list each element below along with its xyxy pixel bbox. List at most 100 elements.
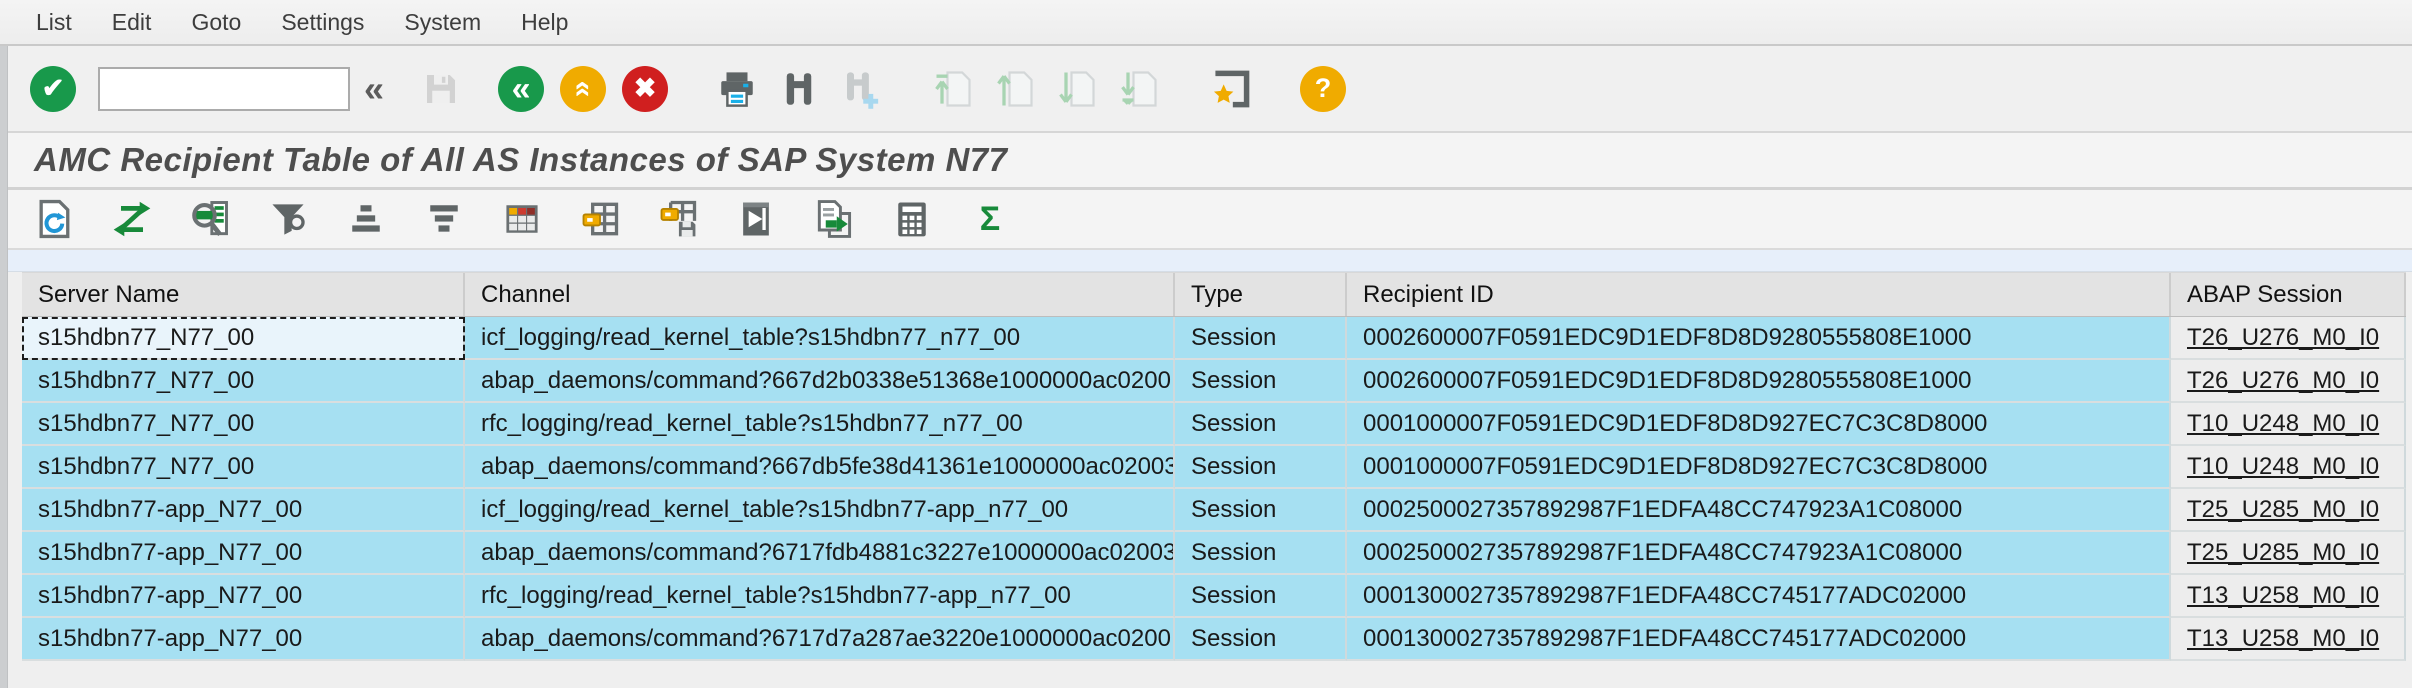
cell-recipient-id[interactable]: 0001300027357892987F1EDFA48CC745177ADC02…: [1347, 575, 2171, 618]
page-last-icon: [1117, 67, 1161, 111]
abap-session-link[interactable]: T26_U276_M0_I0: [2171, 360, 2406, 403]
page-down-icon: [1055, 67, 1099, 111]
new-session-button[interactable]: [1208, 66, 1254, 112]
content-filler: [0, 661, 2412, 685]
menu-system[interactable]: System: [404, 9, 481, 36]
cell-type[interactable]: Session: [1175, 446, 1347, 489]
cell-type[interactable]: Session: [1175, 360, 1347, 403]
column-header-abap-session[interactable]: ABAP Session: [2171, 273, 2406, 316]
set-filter-button[interactable]: [264, 195, 312, 243]
calculator-icon: [890, 197, 934, 241]
menu-list[interactable]: List: [36, 9, 72, 36]
export-button[interactable]: [810, 195, 858, 243]
cell-type[interactable]: Session: [1175, 403, 1347, 446]
table-row[interactable]: s15hdbn77-app_N77_00 rfc_logging/read_ke…: [22, 575, 2406, 618]
exit-button[interactable]: «: [560, 66, 606, 112]
cell-channel[interactable]: icf_logging/read_kernel_table?s15hdbn77-…: [465, 489, 1175, 532]
cell-server-name[interactable]: s15hdbn77-app_N77_00: [22, 532, 465, 575]
back-button[interactable]: «: [498, 66, 544, 112]
table-row[interactable]: s15hdbn77_N77_00 icf_logging/read_kernel…: [22, 317, 2406, 360]
cell-server-name[interactable]: s15hdbn77-app_N77_00: [22, 489, 465, 532]
cell-channel[interactable]: abap_daemons/command?6717d7a287ae3220e10…: [465, 618, 1175, 661]
column-header-type[interactable]: Type: [1175, 273, 1347, 316]
refresh-button[interactable]: [30, 195, 78, 243]
total-button[interactable]: Σ: [966, 195, 1014, 243]
menu-help[interactable]: Help: [521, 9, 568, 36]
menu-edit[interactable]: Edit: [112, 9, 152, 36]
cell-server-name[interactable]: s15hdbn77-app_N77_00: [22, 575, 465, 618]
table-row[interactable]: s15hdbn77_N77_00 abap_daemons/command?66…: [22, 446, 2406, 489]
show-details-button[interactable]: [186, 195, 234, 243]
cell-recipient-id[interactable]: 0002600007F0591EDC9D1EDF8D8D9280555808E1…: [1347, 360, 2171, 403]
abap-session-link[interactable]: T10_U248_M0_I0: [2171, 403, 2406, 446]
cell-server-name[interactable]: s15hdbn77_N77_00: [22, 317, 465, 360]
cell-type[interactable]: Session: [1175, 618, 1347, 661]
cell-server-name[interactable]: s15hdbn77-app_N77_00: [22, 618, 465, 661]
sort-ascending-button[interactable]: [342, 195, 390, 243]
refresh-display-button[interactable]: [108, 195, 156, 243]
column-header-server-name[interactable]: Server Name: [22, 273, 465, 316]
table-grid-icon: [500, 197, 544, 241]
cell-channel[interactable]: abap_daemons/command?667d2b0338e51368e10…: [465, 360, 1175, 403]
table-row[interactable]: s15hdbn77-app_N77_00 abap_daemons/comman…: [22, 532, 2406, 575]
menu-goto[interactable]: Goto: [191, 9, 241, 36]
cell-server-name[interactable]: s15hdbn77_N77_00: [22, 360, 465, 403]
abap-session-link[interactable]: T25_U285_M0_I0: [2171, 489, 2406, 532]
views-button[interactable]: [498, 195, 546, 243]
magnifier-list-icon: [188, 197, 232, 241]
window-star-icon: [1209, 67, 1253, 111]
find-button[interactable]: [776, 66, 822, 112]
cell-type[interactable]: Session: [1175, 532, 1347, 575]
table-row[interactable]: s15hdbn77-app_N77_00 abap_daemons/comman…: [22, 618, 2406, 661]
cell-recipient-id[interactable]: 0001300027357892987F1EDFA48CC745177ADC02…: [1347, 618, 2171, 661]
enter-button[interactable]: ✔: [30, 66, 76, 112]
save-button: [418, 66, 464, 112]
cell-recipient-id[interactable]: 0001000007F0591EDC9D1EDF8D8D927EC7C3C8D8…: [1347, 403, 2171, 446]
abap-session-link[interactable]: T13_U258_M0_I0: [2171, 575, 2406, 618]
cell-type[interactable]: Session: [1175, 489, 1347, 532]
cell-type[interactable]: Session: [1175, 317, 1347, 360]
abap-session-link[interactable]: T10_U248_M0_I0: [2171, 446, 2406, 489]
cell-server-name[interactable]: s15hdbn77_N77_00: [22, 446, 465, 489]
binoculars-plus-icon: [840, 68, 882, 110]
table-row[interactable]: s15hdbn77-app_N77_00 icf_logging/read_ke…: [22, 489, 2406, 532]
screen-arrow-icon: [734, 197, 778, 241]
cell-channel[interactable]: abap_daemons/command?667db5fe38d41361e10…: [465, 446, 1175, 489]
save-layout-icon: [656, 197, 700, 241]
cell-channel[interactable]: icf_logging/read_kernel_table?s15hdbn77_…: [465, 317, 1175, 360]
table-row[interactable]: s15hdbn77_N77_00 rfc_logging/read_kernel…: [22, 403, 2406, 446]
cell-recipient-id[interactable]: 0001000007F0591EDC9D1EDF8D8D927EC7C3C8D8…: [1347, 446, 2171, 489]
column-header-channel[interactable]: Channel: [465, 273, 1175, 316]
call-report-button[interactable]: [732, 195, 780, 243]
double-arrow-zigzag-icon: [110, 197, 154, 241]
question-mark-icon: ?: [1315, 75, 1332, 102]
abap-session-link[interactable]: T13_U258_M0_I0: [2171, 618, 2406, 661]
cell-channel[interactable]: rfc_logging/read_kernel_table?s15hdbn77-…: [465, 575, 1175, 618]
cell-recipient-id[interactable]: 0002500027357892987F1EDFA48CC747923A1C08…: [1347, 489, 2171, 532]
abap-session-link[interactable]: T25_U285_M0_I0: [2171, 532, 2406, 575]
menu-settings[interactable]: Settings: [281, 9, 364, 36]
cell-channel[interactable]: abap_daemons/command?6717fdb4881c3227e10…: [465, 532, 1175, 575]
print-button[interactable]: [714, 66, 760, 112]
sort-ascending-icon: [344, 197, 388, 241]
calculator-button[interactable]: [888, 195, 936, 243]
cell-server-name[interactable]: s15hdbn77_N77_00: [22, 403, 465, 446]
choose-layout-button[interactable]: [576, 195, 624, 243]
sort-descending-button[interactable]: [420, 195, 468, 243]
first-page-button: [930, 66, 976, 112]
table-row[interactable]: s15hdbn77_N77_00 abap_daemons/command?66…: [22, 360, 2406, 403]
cell-recipient-id[interactable]: 0002600007F0591EDC9D1EDF8D8D9280555808E1…: [1347, 317, 2171, 360]
back-icon: «: [512, 72, 531, 106]
cell-recipient-id[interactable]: 0002500027357892987F1EDFA48CC747923A1C08…: [1347, 532, 2171, 575]
save-layout-button[interactable]: [654, 195, 702, 243]
command-input[interactable]: [98, 67, 350, 111]
collapse-command-icon[interactable]: «: [364, 68, 384, 110]
choose-layout-icon: [578, 197, 622, 241]
cell-channel[interactable]: rfc_logging/read_kernel_table?s15hdbn77_…: [465, 403, 1175, 446]
cell-type[interactable]: Session: [1175, 575, 1347, 618]
cancel-button[interactable]: ✖: [622, 66, 668, 112]
column-header-recipient-id[interactable]: Recipient ID: [1347, 273, 2171, 316]
page-title: AMC Recipient Table of All AS Instances …: [34, 141, 1008, 179]
abap-session-link[interactable]: T26_U276_M0_I0: [2171, 317, 2406, 360]
help-button[interactable]: ?: [1300, 66, 1346, 112]
